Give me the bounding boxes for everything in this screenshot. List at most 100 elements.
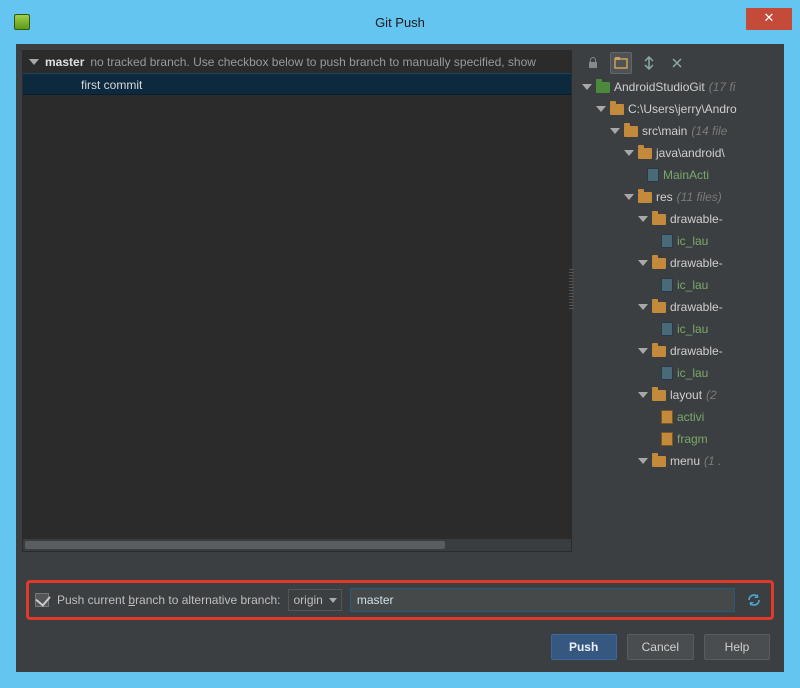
- scroll-thumb[interactable]: [25, 541, 445, 549]
- folder-icon: [610, 104, 624, 115]
- tree-node[interactable]: java\android\: [578, 142, 778, 164]
- lock-icon[interactable]: [582, 52, 604, 74]
- titlebar[interactable]: Git Push ✕: [8, 8, 792, 36]
- file-icon: [661, 432, 673, 446]
- chevron-down-icon[interactable]: [638, 458, 648, 464]
- file-icon: [661, 366, 673, 380]
- alt-branch-label: Push current branch to alternative branc…: [57, 593, 280, 607]
- file-icon: [661, 278, 673, 292]
- tree-label: ic_lau: [677, 230, 708, 252]
- chevron-down-icon[interactable]: [624, 194, 634, 200]
- cancel-button[interactable]: Cancel: [627, 634, 694, 660]
- tree-label: drawable-: [670, 340, 723, 362]
- commit-message: first commit: [81, 78, 142, 92]
- split-pane: master no tracked branch. Use checkbox b…: [22, 50, 778, 552]
- remote-select[interactable]: origin: [288, 589, 341, 611]
- chevron-down-icon[interactable]: [638, 348, 648, 354]
- branch-row[interactable]: master no tracked branch. Use checkbox b…: [23, 51, 571, 73]
- alt-label-pre: Push current: [57, 593, 128, 607]
- tree-label: MainActi: [663, 164, 709, 186]
- tree-node[interactable]: drawable-: [578, 296, 778, 318]
- dialog-buttons: Push Cancel Help: [551, 634, 770, 660]
- branch-name: master: [45, 55, 84, 69]
- tree-label: activi: [677, 406, 704, 428]
- tree-label: drawable-: [670, 208, 723, 230]
- tree-node[interactable]: MainActi: [578, 164, 778, 186]
- tree-node[interactable]: res (11 files): [578, 186, 778, 208]
- folder-icon: [638, 148, 652, 159]
- tree-label: src\main: [642, 120, 687, 142]
- tree-label: res: [656, 186, 673, 208]
- file-tree[interactable]: AndroidStudioGit (17 fiC:\Users\jerry\An…: [578, 76, 778, 552]
- folder-icon: [652, 214, 666, 225]
- folder-icon: [596, 82, 610, 93]
- help-button[interactable]: Help: [704, 634, 770, 660]
- tree-label: drawable-: [670, 296, 723, 318]
- tree-label: layout: [670, 384, 702, 406]
- tree-meta: (2: [706, 384, 717, 406]
- alt-branch-input[interactable]: [350, 588, 735, 612]
- tree-meta: (14 file: [691, 120, 727, 142]
- file-icon: [661, 410, 673, 424]
- tree-node[interactable]: ic_lau: [578, 362, 778, 384]
- tree-label: fragm: [677, 428, 708, 450]
- files-pane: AndroidStudioGit (17 fiC:\Users\jerry\An…: [578, 50, 778, 552]
- alt-branch-checkbox[interactable]: [35, 593, 49, 607]
- folder-icon: [652, 346, 666, 357]
- tree-node[interactable]: menu (1 .: [578, 450, 778, 472]
- tree-meta: (1 .: [704, 450, 721, 472]
- alt-branch-row: Push current branch to alternative branc…: [26, 580, 774, 620]
- splitter-grip[interactable]: [569, 269, 574, 309]
- tree-meta: (11 files): [677, 186, 722, 208]
- chevron-down-icon: [329, 598, 337, 603]
- tree-node[interactable]: ic_lau: [578, 318, 778, 340]
- chevron-down-icon[interactable]: [638, 260, 648, 266]
- tree-node[interactable]: activi: [578, 406, 778, 428]
- branch-note: no tracked branch. Use checkbox below to…: [90, 55, 536, 69]
- refresh-button[interactable]: [743, 589, 765, 611]
- commits-pane[interactable]: master no tracked branch. Use checkbox b…: [22, 50, 572, 552]
- folder-icon: [652, 302, 666, 313]
- alt-label-post: ranch to alternative branch:: [135, 593, 280, 607]
- tree-label: ic_lau: [677, 362, 708, 384]
- chevron-down-icon[interactable]: [610, 128, 620, 134]
- tree-node[interactable]: src\main (14 file: [578, 120, 778, 142]
- tree-node[interactable]: drawable-: [578, 208, 778, 230]
- push-button[interactable]: Push: [551, 634, 617, 660]
- tree-node[interactable]: AndroidStudioGit (17 fi: [578, 76, 778, 98]
- chevron-down-icon[interactable]: [638, 216, 648, 222]
- folder-icon: [652, 258, 666, 269]
- expand-all-icon[interactable]: [638, 52, 660, 74]
- tree-node[interactable]: C:\Users\jerry\Andro: [578, 98, 778, 120]
- folder-icon: [638, 192, 652, 203]
- file-toolbar: [578, 50, 778, 76]
- tree-label: ic_lau: [677, 318, 708, 340]
- tree-label: drawable-: [670, 252, 723, 274]
- tree-node[interactable]: ic_lau: [578, 274, 778, 296]
- chevron-down-icon[interactable]: [596, 106, 606, 112]
- tree-meta: (17 fi: [709, 76, 736, 98]
- close-button[interactable]: ✕: [746, 8, 792, 30]
- remote-value: origin: [293, 593, 322, 607]
- chevron-down-icon[interactable]: [624, 150, 634, 156]
- window-frame: Git Push ✕ master no tracked branch. Use…: [0, 0, 800, 688]
- folder-icon: [652, 390, 666, 401]
- tree-label: ic_lau: [677, 274, 708, 296]
- tree-node[interactable]: drawable-: [578, 340, 778, 362]
- tree-node[interactable]: drawable-: [578, 252, 778, 274]
- group-by-directory-icon[interactable]: [610, 52, 632, 74]
- dialog-surface: master no tracked branch. Use checkbox b…: [16, 44, 784, 672]
- chevron-down-icon[interactable]: [29, 59, 39, 65]
- tree-node[interactable]: layout (2: [578, 384, 778, 406]
- folder-icon: [652, 456, 666, 467]
- collapse-all-icon[interactable]: [666, 52, 688, 74]
- chevron-down-icon[interactable]: [638, 304, 648, 310]
- chevron-down-icon[interactable]: [582, 84, 592, 90]
- tree-node[interactable]: ic_lau: [578, 230, 778, 252]
- chevron-down-icon[interactable]: [638, 392, 648, 398]
- tree-label: C:\Users\jerry\Andro: [628, 98, 737, 120]
- h-scrollbar[interactable]: [23, 539, 571, 551]
- commit-item[interactable]: first commit: [23, 73, 571, 95]
- tree-label: menu: [670, 450, 700, 472]
- tree-node[interactable]: fragm: [578, 428, 778, 450]
